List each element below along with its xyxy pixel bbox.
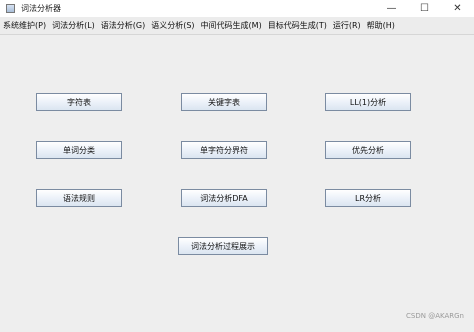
app-icon [6, 4, 15, 13]
menu-bar: 系统维护(P) 词法分析(L) 语法分析(G) 语义分析(S) 中间代码生成(M… [0, 17, 474, 35]
grammar-rules-button[interactable]: 语法规则 [36, 189, 122, 207]
menu-run[interactable]: 运行(R) [330, 17, 364, 34]
lexical-process-display-button[interactable]: 词法分析过程展示 [178, 237, 268, 255]
precedence-analysis-button[interactable]: 优先分析 [325, 141, 411, 159]
main-window: 词法分析器 — ☐ ✕ 系统维护(P) 词法分析(L) 语法分析(G) 语义分析… [0, 0, 474, 332]
maximize-button[interactable]: ☐ [408, 0, 441, 17]
menu-lexical-analysis[interactable]: 词法分析(L) [49, 17, 98, 34]
close-button[interactable]: ✕ [441, 0, 474, 17]
menu-intermediate-code[interactable]: 中间代码生成(M) [198, 17, 265, 34]
title-bar: 词法分析器 — ☐ ✕ [0, 0, 474, 18]
lexical-dfa-button[interactable]: 词法分析DFA [181, 189, 267, 207]
menu-system-maintenance[interactable]: 系统维护(P) [0, 17, 49, 34]
keyword-table-button[interactable]: 关键字表 [181, 93, 267, 111]
minimize-button[interactable]: — [375, 0, 408, 17]
menu-syntax-analysis[interactable]: 语法分析(G) [98, 17, 148, 34]
window-title: 词法分析器 [21, 4, 61, 13]
menu-semantic-analysis[interactable]: 语义分析(S) [148, 17, 197, 34]
menu-help[interactable]: 帮助(H) [364, 17, 398, 34]
ll1-analysis-button[interactable]: LL(1)分析 [325, 93, 411, 111]
window-controls: — ☐ ✕ [375, 0, 474, 17]
char-table-button[interactable]: 字符表 [36, 93, 122, 111]
lr-analysis-button[interactable]: LR分析 [325, 189, 411, 207]
watermark: CSDN @AKARGn [406, 312, 464, 320]
menu-target-code[interactable]: 目标代码生成(T) [265, 17, 330, 34]
single-char-delimiter-button[interactable]: 单字符分界符 [181, 141, 267, 159]
content-panel: 字符表 关键字表 LL(1)分析 单词分类 单字符分界符 优先分析 语法规则 词… [0, 35, 474, 332]
word-classify-button[interactable]: 单词分类 [36, 141, 122, 159]
